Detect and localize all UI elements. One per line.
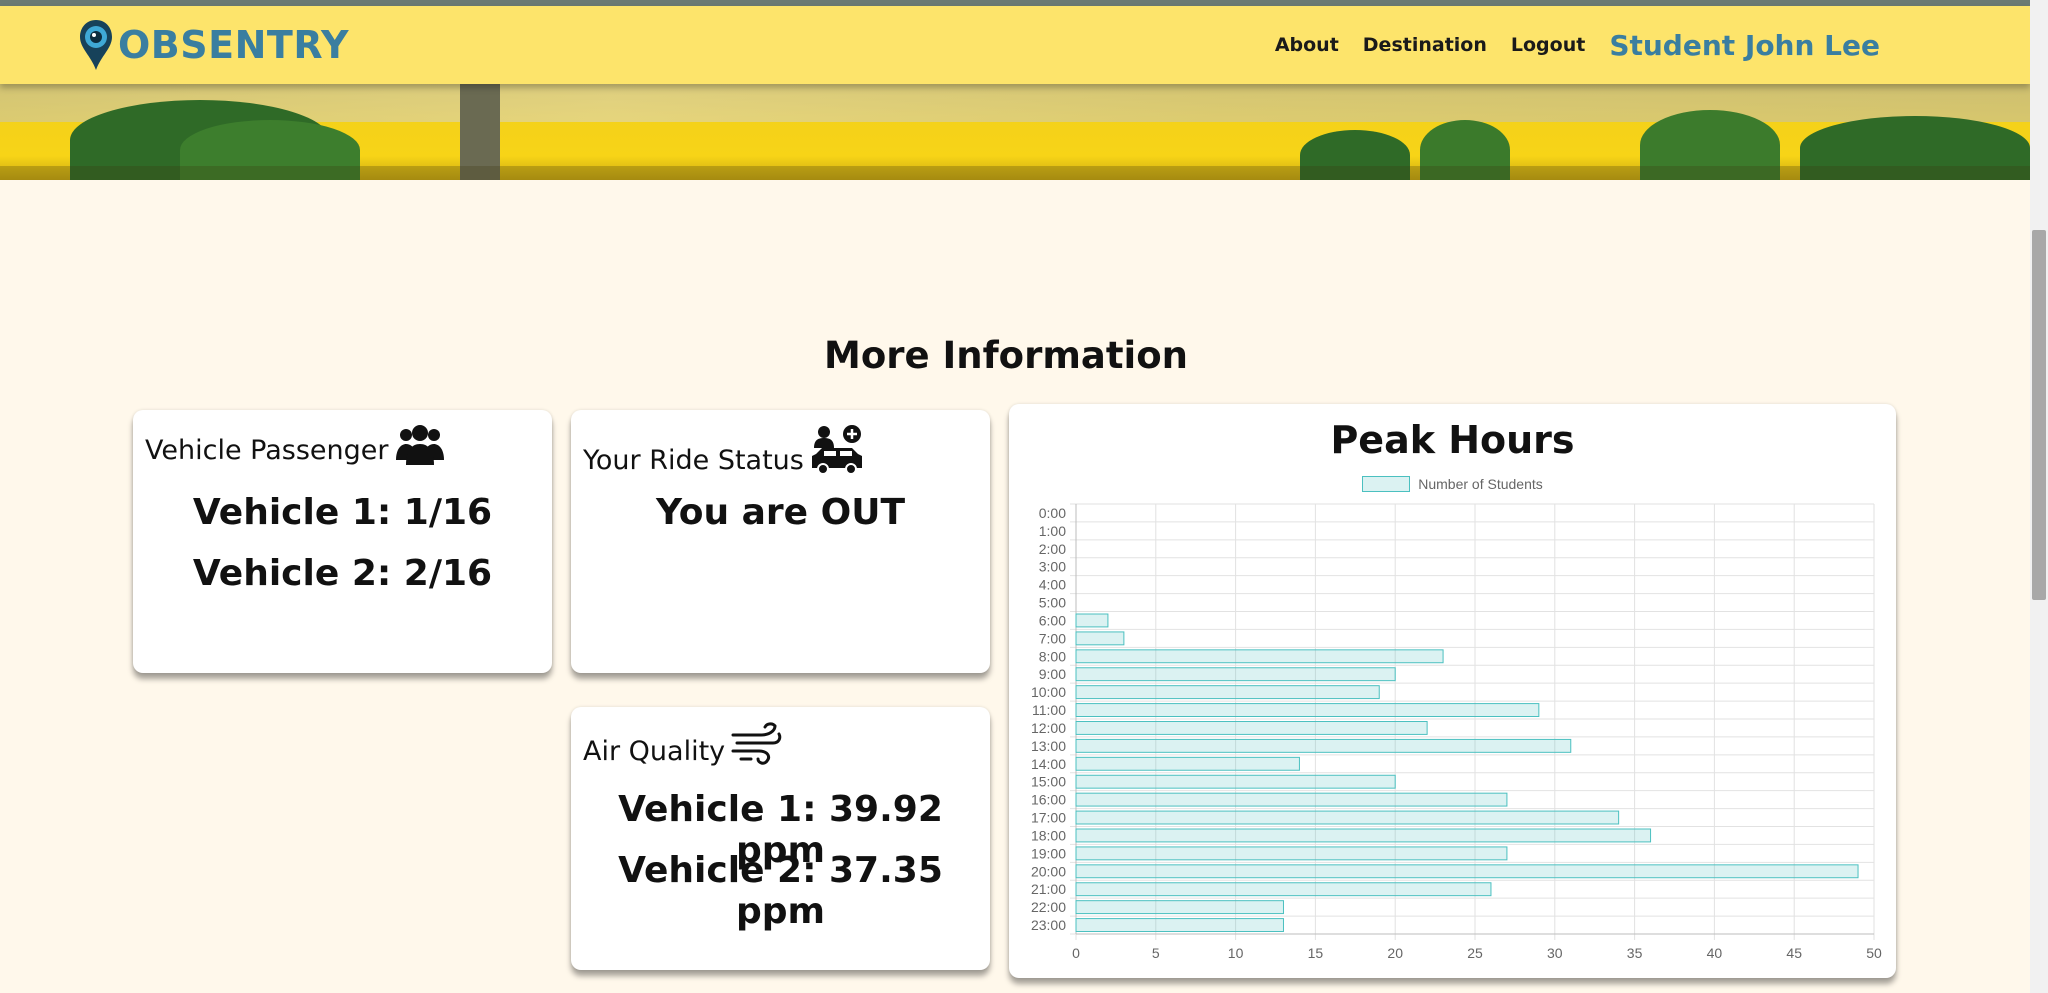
y-tick-label: 17:00: [1031, 810, 1066, 826]
vehicle-2-passengers: Vehicle 2: 2/16: [192, 553, 493, 594]
y-tick-label: 2:00: [1039, 541, 1066, 557]
navbar: OBSENTRY About Destination Logout Studen…: [0, 6, 2030, 84]
vehicle-2-air-quality: Vehicle 2: 37.35 ppm: [618, 850, 943, 932]
y-tick-label: 13:00: [1031, 738, 1066, 754]
location-eye-icon: [80, 20, 112, 70]
bar: [1075, 900, 1284, 915]
ride-status-value: You are OUT: [655, 492, 906, 533]
bar: [1075, 738, 1572, 753]
air-quality-card: Air Quality Vehicle 1: 39.92 ppm Vehicle…: [571, 707, 990, 970]
bar: [1075, 613, 1109, 628]
y-tick-label: 16:00: [1031, 792, 1066, 808]
bar: [1075, 774, 1396, 789]
x-tick-label: 30: [1547, 945, 1563, 961]
y-tick-label: 14:00: [1031, 756, 1066, 772]
bar: [1075, 667, 1396, 682]
air-quality-title: Air Quality: [583, 736, 726, 767]
vehicle-passenger-card: Vehicle Passenger Vehicle 1: 1/16 Vehicl…: [133, 410, 552, 673]
y-tick-label: 12:00: [1031, 720, 1066, 736]
y-tick-label: 7:00: [1039, 630, 1066, 646]
bar: [1075, 846, 1508, 861]
bar: [1075, 918, 1284, 932]
bar: [1075, 685, 1380, 700]
y-tick-label: 3:00: [1039, 559, 1066, 575]
users-icon: [396, 425, 445, 465]
x-tick-label: 50: [1866, 945, 1882, 961]
y-tick-label: 15:00: [1031, 774, 1066, 790]
nav-links: About Destination Logout Student John Le…: [1251, 6, 1880, 84]
y-tick-label: 8:00: [1039, 648, 1066, 664]
car-person-icon: [811, 425, 862, 475]
ride-status-title: Your Ride Status: [583, 445, 804, 476]
bar: [1075, 649, 1444, 664]
y-tick-label: 6:00: [1039, 612, 1066, 628]
wind-icon: [731, 722, 782, 765]
bar: [1075, 703, 1540, 717]
bar: [1075, 756, 1300, 771]
hero-banner-image: [0, 84, 2030, 180]
y-tick-label: 11:00: [1032, 702, 1066, 718]
bar: [1075, 810, 1620, 825]
brand-logo[interactable]: OBSENTRY: [78, 18, 349, 72]
x-tick-label: 40: [1707, 945, 1723, 961]
vehicle-passenger-title: Vehicle Passenger: [145, 435, 389, 466]
section-title: More Information: [824, 334, 1188, 377]
scrollbar-thumb[interactable]: [2032, 230, 2046, 600]
y-tick-label: 1:00: [1039, 523, 1066, 539]
air-quality-title-row: Air Quality: [583, 721, 783, 767]
vehicle-1-passengers: Vehicle 1: 1/16: [192, 492, 493, 533]
ride-status-title-row: Your Ride Status: [583, 424, 864, 476]
nav-about-link[interactable]: About: [1275, 34, 1339, 56]
y-tick-label: 4:00: [1039, 577, 1066, 593]
nav-destination-link[interactable]: Destination: [1363, 34, 1487, 56]
x-tick-label: 10: [1228, 945, 1244, 961]
vehicle-passenger-title-row: Vehicle Passenger: [145, 424, 446, 466]
y-tick-label: 19:00: [1031, 845, 1066, 861]
brand-name: OBSENTRY: [118, 23, 350, 67]
x-tick-label: 25: [1467, 945, 1483, 961]
bar: [1075, 792, 1508, 807]
x-tick-label: 15: [1308, 945, 1324, 961]
bar: [1075, 864, 1859, 879]
bar: [1075, 882, 1492, 897]
y-tick-label: 20:00: [1031, 863, 1066, 879]
y-tick-label: 21:00: [1031, 881, 1066, 897]
ride-status-card: Your Ride Status You are OUT: [571, 410, 990, 673]
user-name[interactable]: Student John Lee: [1609, 29, 1880, 62]
bar: [1075, 721, 1428, 735]
nav-logout-link[interactable]: Logout: [1511, 34, 1585, 56]
x-tick-label: 20: [1387, 945, 1403, 961]
peak-hours-card: Peak Hours Number of Students 0 5 10 15 20 25…: [1009, 404, 1896, 978]
x-tick-label: 0: [1072, 945, 1080, 961]
peak-hours-chart: 0 5 10 15 20 25 30 35 40 45 50 0:00 1:00 2:00 3:00 4:00…: [1031, 503, 1882, 961]
bar: [1075, 631, 1125, 646]
y-tick-label: 0:00: [1039, 505, 1066, 521]
y-tick-label: 9:00: [1039, 666, 1066, 682]
y-tick-label: 23:00: [1031, 917, 1066, 933]
y-tick-label: 22:00: [1031, 899, 1066, 915]
x-tick-label: 35: [1627, 945, 1643, 961]
x-tick-label: 5: [1152, 945, 1160, 961]
y-tick-label: 10:00: [1031, 684, 1066, 700]
y-tick-label: 18:00: [1031, 827, 1066, 843]
y-tick-label: 5:00: [1039, 595, 1066, 611]
x-tick-label: 45: [1786, 945, 1802, 961]
bar: [1075, 828, 1652, 843]
